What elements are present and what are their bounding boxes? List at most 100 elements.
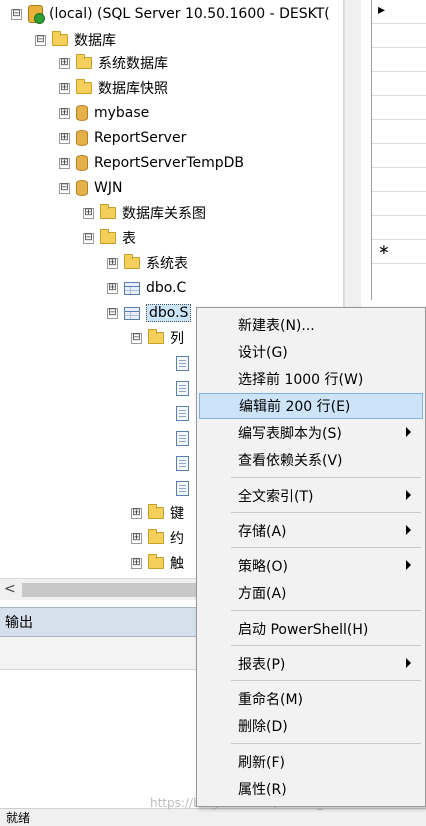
expand-icon[interactable]: ⊞ — [131, 507, 142, 519]
grid-row[interactable] — [372, 144, 426, 168]
tree-node-column[interactable] — [176, 353, 195, 373]
menu-separator — [231, 645, 421, 646]
grid-row[interactable]: ▸ — [372, 0, 426, 24]
menu-item-reports[interactable]: 报表(P) — [199, 651, 423, 677]
tree-node-label: dbo.S — [146, 304, 192, 322]
folder-icon — [148, 554, 164, 569]
folder-icon — [52, 31, 68, 46]
menu-item-new-table[interactable]: 新建表(N)... — [199, 312, 423, 338]
grid-row[interactable] — [372, 120, 426, 144]
expand-icon[interactable]: ⊞ — [59, 82, 70, 94]
tree-node-dbo-s[interactable]: ⊟ dbo.S — [107, 303, 192, 323]
results-grid[interactable]: ▸ ∗ — [371, 0, 426, 300]
tree-node-column[interactable] — [176, 428, 195, 448]
expand-icon[interactable]: ⊞ — [59, 57, 70, 69]
expand-icon[interactable]: ⊞ — [59, 132, 70, 144]
menu-item-rename[interactable]: 重命名(M) — [199, 686, 423, 712]
expand-icon[interactable]: ⊞ — [59, 107, 70, 119]
column-icon — [176, 405, 189, 421]
tree-node-label: 系统表 — [146, 256, 188, 272]
menu-item-full-text-index[interactable]: 全文索引(T) — [199, 483, 423, 509]
collapse-icon[interactable]: ⊟ — [59, 182, 70, 194]
menu-item-design[interactable]: 设计(G) — [199, 339, 423, 365]
collapse-icon[interactable]: ⊟ — [107, 307, 118, 319]
grid-row[interactable] — [372, 24, 426, 48]
tree-node-database-snapshots[interactable]: ⊞ 数据库快照 — [59, 78, 168, 98]
tree-node-columns[interactable]: ⊟ 列 — [131, 328, 184, 348]
column-icon — [176, 480, 189, 496]
expand-icon[interactable]: ⊞ — [107, 257, 118, 269]
menu-item-facets[interactable]: 方面(A) — [199, 580, 423, 606]
menu-item-delete[interactable]: 删除(D) — [199, 713, 423, 739]
tree-node-label: mybase — [94, 105, 150, 121]
expand-icon[interactable]: ⊞ — [59, 157, 70, 169]
tree-node-system-databases[interactable]: ⊞ 系统数据库 — [59, 53, 168, 73]
tree-node-label: 键 — [170, 506, 184, 522]
menu-item-view-dependencies[interactable]: 查看依赖关系(V) — [199, 447, 423, 473]
menu-item-edit-top-200[interactable]: 编辑前 200 行(E) — [199, 393, 423, 419]
status-bar: 就绪 — [0, 808, 426, 826]
tree-node-column[interactable] — [176, 453, 195, 473]
server-icon — [28, 5, 45, 24]
menu-item-select-top-1000[interactable]: 选择前 1000 行(W) — [199, 366, 423, 392]
column-icon — [176, 455, 189, 471]
folder-icon — [76, 79, 92, 94]
tree-node-reportservertempdb[interactable]: ⊞ ReportServerTempDB — [59, 153, 244, 173]
menu-item-label: 设计(G) — [238, 345, 288, 361]
tree-node-column[interactable] — [176, 403, 195, 423]
tree-node-label: 数据库关系图 — [122, 206, 206, 222]
expand-icon[interactable]: ⊞ — [83, 207, 94, 219]
tree-node-tables[interactable]: ⊟ 表 — [83, 228, 136, 248]
tree-node-keys[interactable]: ⊞ 键 — [131, 503, 184, 523]
collapse-icon[interactable]: ⊟ — [35, 34, 46, 46]
tree-node-triggers[interactable]: ⊞ 触 — [131, 553, 184, 573]
tree-node-mybase[interactable]: ⊞ mybase — [59, 103, 149, 123]
new-row[interactable]: ∗ — [372, 240, 426, 264]
scroll-left-icon[interactable]: < — [4, 581, 16, 597]
expand-icon[interactable]: ⊞ — [131, 532, 142, 544]
menu-item-storage[interactable]: 存储(A) — [199, 518, 423, 544]
menu-item-label: 方面(A) — [238, 586, 287, 602]
expand-icon[interactable]: ⊞ — [131, 557, 142, 569]
tree-node-reportserver[interactable]: ⊞ ReportServer — [59, 128, 186, 148]
column-icon — [176, 430, 189, 446]
menu-item-label: 新建表(N)... — [238, 318, 315, 334]
menu-separator — [231, 680, 421, 681]
tree-node-label: 触 — [170, 556, 184, 572]
output-panel-title: 输出 — [5, 615, 33, 631]
grid-row[interactable] — [372, 168, 426, 192]
menu-item-label: 启动 PowerShell(H) — [238, 622, 369, 638]
menu-item-refresh[interactable]: 刷新(F) — [199, 749, 423, 775]
menu-item-properties[interactable]: 属性(R) — [199, 776, 423, 802]
collapse-icon[interactable]: ⊟ — [83, 232, 94, 244]
menu-item-start-powershell[interactable]: 启动 PowerShell(H) — [199, 616, 423, 642]
grid-row[interactable] — [372, 48, 426, 72]
tree-node-dbo-c[interactable]: ⊞ dbo.C — [107, 278, 186, 298]
expand-icon[interactable]: ⊞ — [107, 282, 118, 294]
menu-item-label: 策略(O) — [238, 559, 288, 575]
scrollbar-thumb[interactable] — [22, 583, 202, 597]
tree-node-wjn[interactable]: ⊟ WJN — [59, 178, 122, 198]
menu-item-label: 刷新(F) — [238, 755, 285, 771]
grid-row[interactable] — [372, 72, 426, 96]
tree-node-database-diagrams[interactable]: ⊞ 数据库关系图 — [83, 203, 206, 223]
submenu-arrow-icon — [406, 490, 411, 500]
tree-node-column[interactable] — [176, 478, 195, 498]
submenu-arrow-icon — [406, 525, 411, 535]
tree-node-databases[interactable]: ⊟ 数据库 — [35, 30, 116, 50]
grid-row[interactable] — [372, 96, 426, 120]
grid-row[interactable] — [372, 216, 426, 240]
tree-node-server[interactable]: ⊟ (local) (SQL Server 10.50.1600 - DESKT… — [11, 4, 330, 24]
context-menu: 新建表(N)... 设计(G) 选择前 1000 行(W) 编辑前 200 行(… — [196, 307, 426, 807]
menu-separator — [231, 547, 421, 548]
folder-icon — [148, 529, 164, 544]
collapse-icon[interactable]: ⊟ — [131, 332, 142, 344]
menu-item-script-table-as[interactable]: 编写表脚本为(S) — [199, 420, 423, 446]
tree-node-column[interactable] — [176, 378, 195, 398]
submenu-arrow-icon — [406, 560, 411, 570]
grid-row[interactable] — [372, 192, 426, 216]
tree-node-system-tables[interactable]: ⊞ 系统表 — [107, 253, 188, 273]
menu-item-policies[interactable]: 策略(O) — [199, 553, 423, 579]
collapse-icon[interactable]: ⊟ — [11, 8, 22, 20]
tree-node-constraints[interactable]: ⊞ 约 — [131, 528, 184, 548]
